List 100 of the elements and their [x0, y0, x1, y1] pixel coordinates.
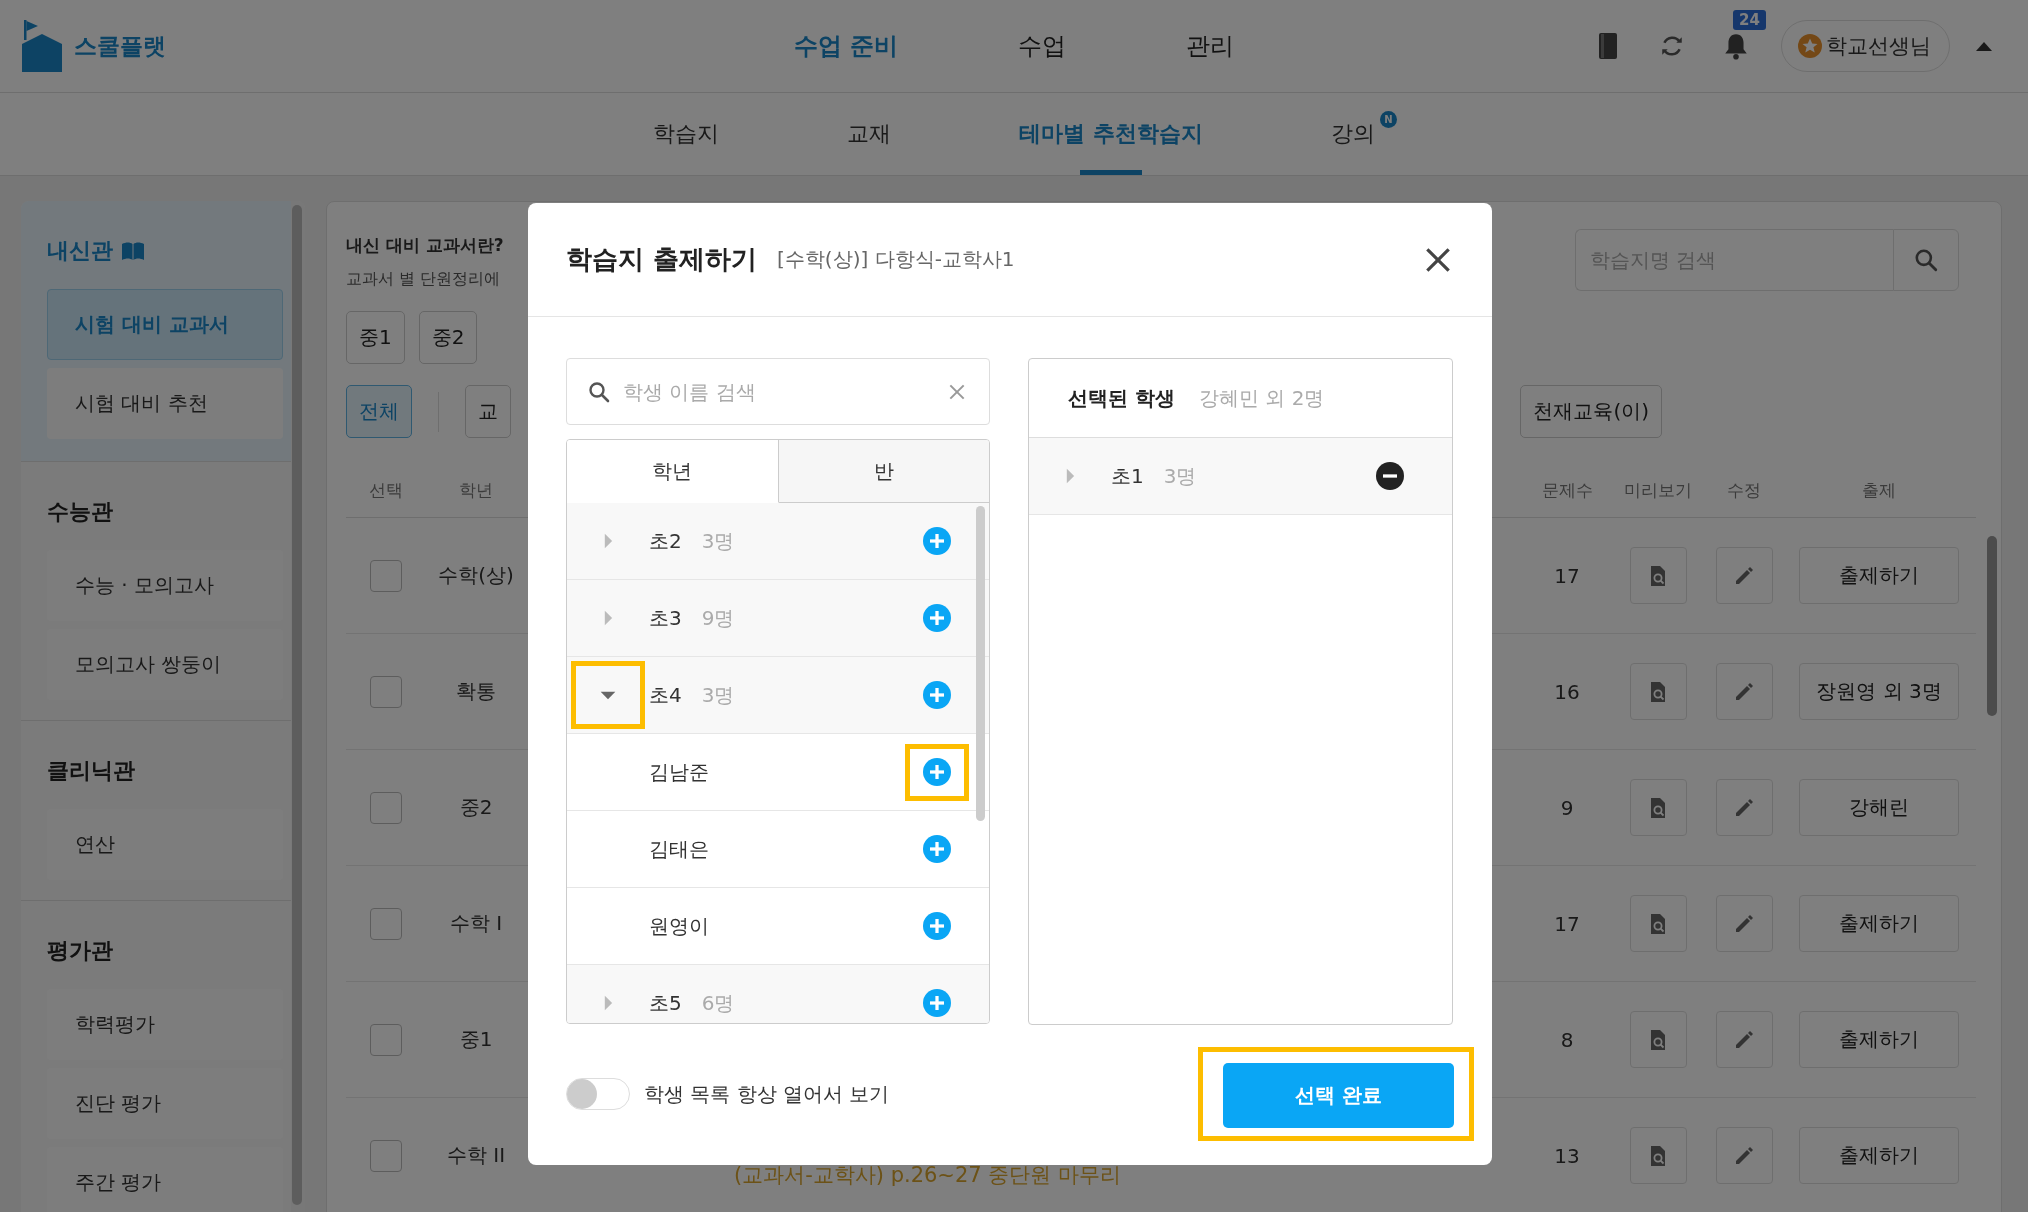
edit-button[interactable] [1715, 1127, 1773, 1184]
preview-button[interactable] [1629, 547, 1687, 604]
checkbox[interactable] [370, 559, 402, 592]
search-input[interactable]: 학생 이름 검색 [611, 379, 947, 404]
flag-house-icon [22, 20, 62, 72]
plus-circle-icon[interactable] [923, 989, 951, 1017]
grade-label: 초4 [649, 681, 682, 709]
edit-button[interactable] [1715, 895, 1773, 952]
student-count: 9명 [701, 604, 735, 632]
assign-button[interactable]: 강해린 [1799, 779, 1959, 836]
panel-title: 선택된 학생 [1068, 384, 1175, 412]
table-cell: 수학 II [446, 1142, 506, 1169]
edit-button[interactable] [1715, 547, 1773, 604]
checkbox[interactable] [370, 675, 402, 708]
scrollbar-thumb[interactable] [1987, 536, 1997, 716]
bell-icon[interactable] [1723, 32, 1749, 60]
plus-circle-icon[interactable] [923, 835, 951, 863]
minus-circle-icon[interactable] [1376, 462, 1404, 490]
filter-chip[interactable]: 교 [465, 385, 511, 438]
confirm-button[interactable]: 선택 완료 [1223, 1063, 1454, 1128]
nav-tab[interactable]: 관리 [1186, 30, 1235, 62]
checkbox[interactable] [370, 907, 402, 940]
plus-circle-icon[interactable] [923, 912, 951, 940]
search-button[interactable] [1893, 229, 1959, 291]
table-cell: 중2 [459, 794, 493, 821]
search-field[interactable]: 학생 이름 검색 [566, 358, 990, 425]
sub-tab[interactable]: 학습지 [653, 93, 720, 175]
list-row[interactable]: 초4 3명 [567, 657, 989, 734]
checkbox[interactable] [370, 791, 402, 824]
column-header: 수정 [1726, 478, 1762, 502]
search-icon [1913, 247, 1939, 273]
search-icon [587, 379, 611, 404]
nav-tab[interactable]: 수업 [1018, 30, 1067, 62]
table-cell: 17 [1554, 911, 1580, 936]
table-cell: 수학(상) [438, 562, 514, 589]
caret-right-icon[interactable] [602, 610, 614, 626]
grade-label: 초3 [649, 604, 682, 632]
caret-up-icon[interactable] [1976, 41, 1992, 51]
table-cell: 16 [1554, 679, 1580, 704]
section-title: 내신관 [47, 237, 113, 265]
student-name: 김태은 [649, 835, 709, 863]
logo-text[interactable]: 스쿨플랫 [74, 30, 166, 62]
list-row[interactable]: 초5 6명 [567, 965, 989, 1023]
filter-chip[interactable]: 중1 [346, 311, 405, 364]
plus-circle-icon[interactable] [923, 604, 951, 632]
preview-button[interactable] [1629, 1127, 1687, 1184]
column-header: 학년 [458, 478, 494, 502]
tab[interactable]: 학년 [567, 440, 779, 503]
assign-button[interactable]: 출제하기 [1799, 1011, 1959, 1068]
column-header: 출제 [1861, 478, 1897, 502]
student-count: 3명 [701, 527, 735, 555]
caret-right-icon[interactable] [602, 995, 614, 1011]
selection-summary: 강혜민 외 2명 [1198, 384, 1325, 412]
list-row[interactable]: 초2 3명 [567, 503, 989, 580]
scrollbar-thumb[interactable] [292, 205, 302, 1205]
table-cell: 17 [1554, 563, 1580, 588]
plus-circle-icon[interactable] [923, 681, 951, 709]
list-row[interactable]: 초3 9명 [567, 580, 989, 657]
preview-button[interactable] [1629, 663, 1687, 720]
toggle-switch[interactable] [566, 1078, 630, 1110]
section-title: 클리닉관 [47, 757, 135, 785]
assign-button[interactable]: 출제하기 [1799, 895, 1959, 952]
plus-circle-icon[interactable] [923, 527, 951, 555]
nav-tab[interactable]: 수업 준비 [793, 30, 899, 62]
edit-button[interactable] [1715, 779, 1773, 836]
new-badge: N [1379, 111, 1397, 128]
student-count: 3명 [701, 681, 735, 709]
list-row[interactable]: 초1 3명 [1029, 438, 1452, 515]
filter-chip[interactable]: 천재교육(이) [1520, 385, 1662, 438]
preview-button[interactable] [1629, 779, 1687, 836]
scrollbar-thumb[interactable] [976, 506, 985, 821]
sidebar-item[interactable]: 시험 대비 추천 [47, 368, 283, 439]
edit-button[interactable] [1715, 1011, 1773, 1068]
filter-chip[interactable]: 중2 [418, 311, 478, 364]
user-menu-button[interactable]: 학교선생님 [1781, 20, 1950, 72]
assign-button[interactable]: 출제하기 [1799, 1127, 1959, 1184]
table-cell: 수학 I [449, 910, 503, 937]
table-cell: 중1 [459, 1026, 493, 1053]
caret-right-icon[interactable] [602, 533, 614, 549]
column-header: 미리보기 [1623, 478, 1693, 502]
preview-button[interactable] [1629, 1011, 1687, 1068]
edit-button[interactable] [1715, 663, 1773, 720]
assign-button[interactable]: 장원영 외 3명 [1799, 663, 1959, 720]
caret-right-icon[interactable] [1064, 468, 1076, 484]
checkbox[interactable] [370, 1139, 402, 1172]
plus-circle-icon[interactable] [923, 758, 951, 786]
intro-title: 내신 대비 교과서란? [346, 234, 504, 257]
intro-text: 교과서 별 단원정리에 [346, 269, 502, 290]
section-title: 평가관 [47, 937, 113, 965]
notification-badge: 24 [1733, 10, 1766, 30]
table-cell: 9 [1560, 795, 1574, 820]
checkbox[interactable] [370, 1023, 402, 1056]
assign-button[interactable]: 출제하기 [1799, 547, 1959, 604]
open-book-icon [121, 241, 145, 261]
caret-down-icon[interactable] [600, 689, 616, 701]
tab[interactable]: 반 [778, 440, 989, 503]
sub-tab[interactable]: 교재 [847, 93, 892, 175]
preview-button[interactable] [1629, 895, 1687, 952]
student-name: 원영이 [649, 912, 709, 940]
table-cell: 확통 [456, 678, 496, 705]
